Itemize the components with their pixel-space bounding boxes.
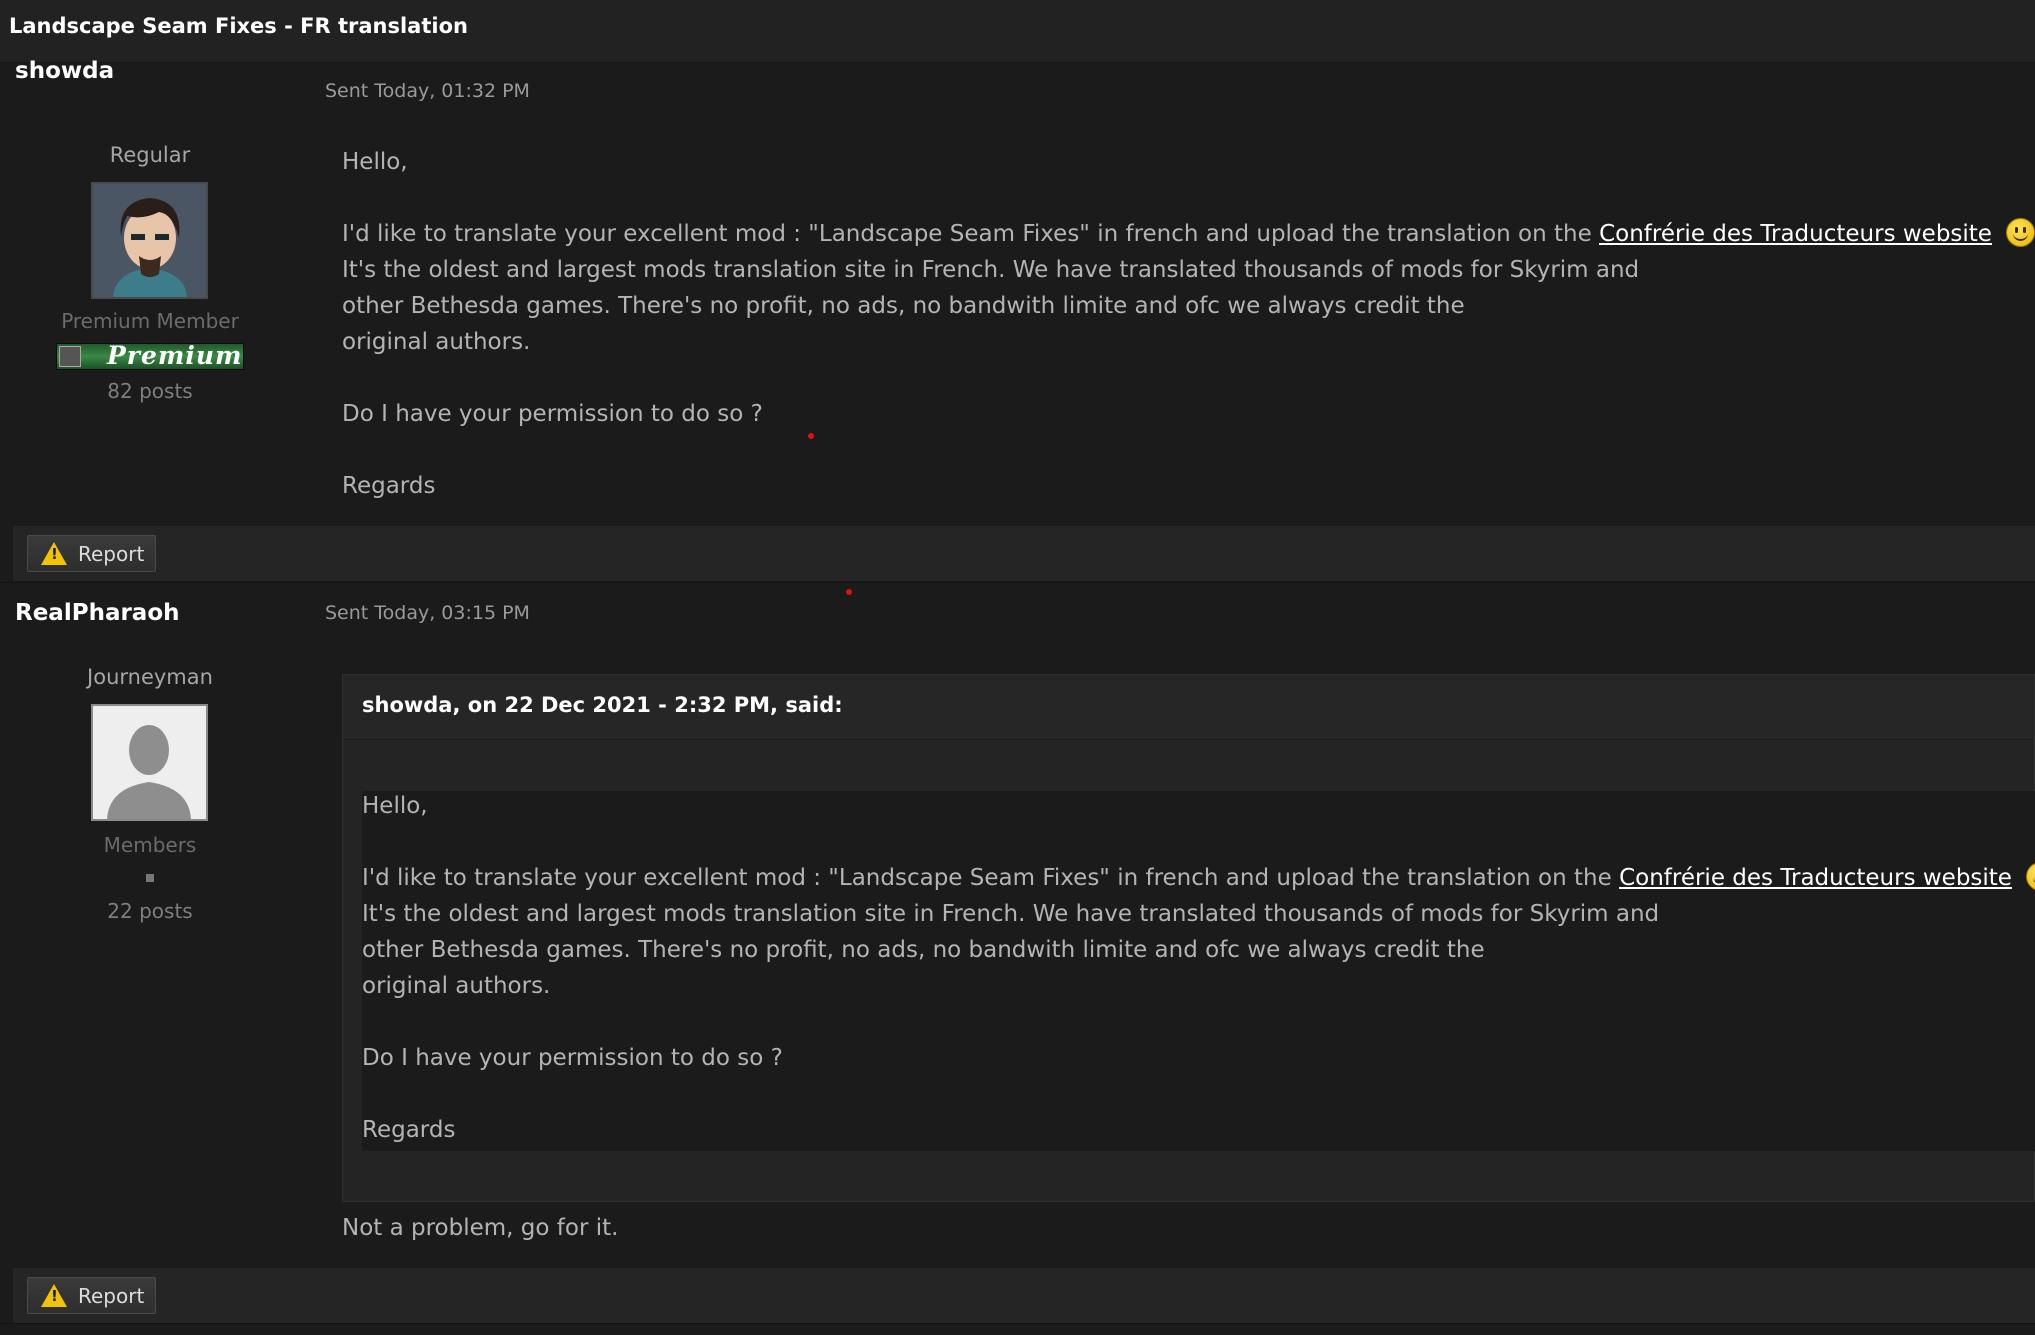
warning-icon-mark: ! xyxy=(51,1287,58,1305)
author-post-count: 22 posts xyxy=(107,899,193,923)
author-post-count: 82 posts xyxy=(107,379,193,403)
post-author-name[interactable]: showda xyxy=(15,58,114,84)
message-line: original authors. xyxy=(342,329,531,355)
quote-block: showda, on 22 Dec 2021 - 2:32 PM, said: … xyxy=(342,674,2035,1202)
premium-badge: Premium xyxy=(56,341,244,370)
quote-line: It's the oldest and largest mods transla… xyxy=(362,901,1660,927)
smiley-icon xyxy=(2005,218,2035,247)
message-line-text: I'd like to translate your excellent mod… xyxy=(342,221,1600,247)
post-divider xyxy=(0,582,2035,583)
quote-attribution: showda, on 22 Dec 2021 - 2:32 PM, said: xyxy=(362,693,843,717)
reply-text: Not a problem, go for it. xyxy=(342,1215,619,1241)
message-closing: Regards xyxy=(342,473,436,499)
author-group: Members xyxy=(103,833,197,857)
author-rank: Regular xyxy=(109,143,191,167)
message-line: I'd like to translate your excellent mod… xyxy=(342,216,2035,252)
post-footer-bar: ! Report xyxy=(13,526,2035,581)
post-footer-bar: ! Report xyxy=(13,1268,2035,1323)
avatar-image xyxy=(93,184,206,297)
author-avatar[interactable] xyxy=(91,704,208,821)
message-question: Do I have your permission to do so ? xyxy=(342,401,763,427)
message-greeting: Hello, xyxy=(342,149,408,175)
message-body: Hello, I'd like to translate your excell… xyxy=(342,144,2035,504)
quote-line: other Bethesda games. There's no profit,… xyxy=(362,937,1485,963)
premium-badge-label: Premium xyxy=(107,341,243,370)
quote-greeting: Hello, xyxy=(362,793,428,819)
post-author-name[interactable]: RealPharaoh xyxy=(15,600,180,626)
conversation-title: Landscape Seam Fixes - FR translation xyxy=(9,14,468,38)
author-group: Premium Member xyxy=(61,309,239,333)
author-rank: Journeyman xyxy=(87,665,213,689)
message-line: It's the oldest and largest mods transla… xyxy=(342,257,1640,283)
quote-closing: Regards xyxy=(362,1117,456,1143)
report-button-label: Report xyxy=(78,1284,145,1308)
smiley-icon xyxy=(2025,862,2035,891)
post-timestamp: Sent Today, 03:15 PM xyxy=(325,602,530,624)
report-button[interactable]: ! Report xyxy=(27,1277,156,1314)
cursor-dot xyxy=(846,589,852,595)
quote-line: original authors. xyxy=(362,973,551,999)
quote-line-text: I'd like to translate your excellent mod… xyxy=(362,865,1620,891)
post-timestamp: Sent Today, 01:32 PM xyxy=(325,80,530,102)
default-avatar-icon xyxy=(93,706,206,819)
cursor-dot xyxy=(808,433,814,439)
quote-line: I'd like to translate your excellent mod… xyxy=(362,860,2035,896)
quote-header: showda, on 22 Dec 2021 - 2:32 PM, said: xyxy=(343,675,2034,740)
quote-body: Hello, I'd like to translate your excell… xyxy=(362,788,2035,1148)
author-avatar[interactable] xyxy=(91,182,208,299)
quote-question: Do I have your permission to do so ? xyxy=(362,1045,783,1071)
confrerie-link[interactable]: Confrérie des Traducteurs website xyxy=(1599,221,1992,247)
report-button[interactable]: ! Report xyxy=(27,535,156,572)
post-divider xyxy=(0,1323,2035,1324)
message-line: other Bethesda games. There's no profit,… xyxy=(342,293,1465,319)
confrerie-link[interactable]: Confrérie des Traducteurs website xyxy=(1619,865,2012,891)
group-pip-icon xyxy=(146,874,154,882)
premium-badge-icon xyxy=(59,346,81,367)
conversation-title-bar: Landscape Seam Fixes - FR translation xyxy=(0,0,2035,63)
warning-icon-mark: ! xyxy=(51,545,58,563)
report-button-label: Report xyxy=(78,542,145,566)
